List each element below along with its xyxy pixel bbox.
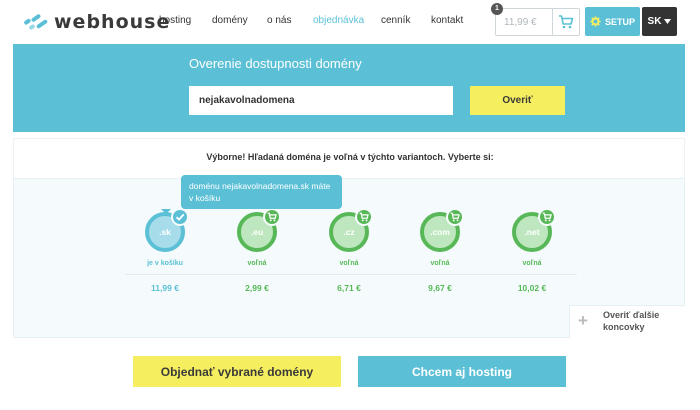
domain-search-input[interactable] bbox=[189, 86, 453, 115]
price-com: 9,67 € bbox=[428, 283, 452, 293]
check-icon bbox=[171, 208, 189, 226]
domain-search-panel: Overenie dostupnosti domény Overiť bbox=[13, 44, 685, 132]
domain-ext: .eu bbox=[250, 227, 264, 237]
nav-objednavka[interactable]: objednávka bbox=[313, 15, 364, 26]
add-hosting-button[interactable]: Chcem aj hosting bbox=[358, 356, 566, 387]
language-label: SK bbox=[647, 16, 662, 27]
logo-text: webhouse bbox=[54, 11, 171, 33]
gear-icon bbox=[590, 16, 601, 27]
domain-circle[interactable]: .sk bbox=[145, 208, 189, 252]
nav-o-nas[interactable]: o nás bbox=[267, 15, 291, 26]
cart-icon bbox=[559, 15, 574, 29]
language-selector[interactable]: SK bbox=[642, 7, 677, 36]
domain-option-cz[interactable]: .cz voľná bbox=[319, 208, 379, 267]
domain-circle[interactable]: .net bbox=[512, 208, 556, 252]
logo[interactable]: webhouse bbox=[22, 9, 170, 35]
nav-cennik[interactable]: cenník bbox=[381, 15, 410, 26]
domain-circle[interactable]: .eu bbox=[237, 208, 281, 252]
header: webhouse hosting domény o nás objednávka… bbox=[0, 0, 700, 44]
domain-status: voľná bbox=[339, 260, 359, 267]
cart-add-icon bbox=[538, 208, 556, 226]
nav-hosting[interactable]: hosting bbox=[159, 15, 191, 26]
domain-circle[interactable]: .cz bbox=[329, 208, 373, 252]
page: webhouse hosting domény o nás objednávka… bbox=[0, 0, 700, 410]
domain-option-com[interactable]: .com voľná bbox=[410, 208, 470, 267]
cart-total: 11,99 € bbox=[504, 17, 537, 28]
cart-divider bbox=[552, 9, 553, 35]
price-cz: 6,71 € bbox=[337, 283, 361, 293]
nav-kontakt[interactable]: kontakt bbox=[431, 15, 463, 26]
domain-status: voľná bbox=[247, 260, 267, 267]
domain-status: voľná bbox=[430, 260, 450, 267]
setup-label: SETUP bbox=[604, 16, 635, 27]
price-eu: 2,99 € bbox=[245, 283, 269, 293]
domain-ext: .com bbox=[430, 227, 450, 237]
more-extensions-label[interactable]: Overiť ďalšie koncovky bbox=[603, 309, 673, 333]
cart-count-badge: 1 bbox=[491, 3, 503, 15]
cart-add-icon bbox=[263, 208, 281, 226]
row-divider bbox=[125, 274, 577, 275]
cart-tooltip: doménu nejakavolnadomena.sk máte v košík… bbox=[181, 175, 342, 209]
order-selected-domains-button[interactable]: Objednať vybrané domény bbox=[133, 356, 341, 387]
logo-icon bbox=[24, 14, 48, 30]
price-sk: 11,99 € bbox=[151, 283, 179, 293]
domain-option-sk[interactable]: .sk je v košíku bbox=[135, 208, 195, 267]
domain-ext: .sk bbox=[159, 227, 171, 237]
domain-option-eu[interactable]: .eu voľná bbox=[227, 208, 287, 267]
domain-status: voľná bbox=[522, 260, 542, 267]
domain-status: je v košíku bbox=[147, 260, 183, 267]
nav-domeny[interactable]: domény bbox=[212, 15, 248, 26]
result-message: Výborne! Hľadaná doména je voľná v týcht… bbox=[206, 152, 494, 162]
domain-ext: .cz bbox=[343, 227, 355, 237]
chevron-down-icon bbox=[664, 19, 672, 24]
tooltip-arrow bbox=[161, 209, 171, 214]
cart-add-icon bbox=[355, 208, 373, 226]
verify-button[interactable]: Overiť bbox=[470, 86, 565, 115]
domain-ext: .net bbox=[524, 227, 540, 237]
setup-button[interactable]: SETUP bbox=[585, 7, 640, 36]
cart-button[interactable]: 11,99 € bbox=[495, 8, 580, 36]
search-title: Overenie dostupnosti domény bbox=[189, 56, 362, 71]
domain-circle[interactable]: .com bbox=[420, 208, 464, 252]
price-net: 10,02 € bbox=[517, 283, 547, 293]
cart-add-icon bbox=[446, 208, 464, 226]
plus-icon: + bbox=[578, 311, 588, 330]
domain-option-net[interactable]: .net voľná bbox=[502, 208, 562, 267]
